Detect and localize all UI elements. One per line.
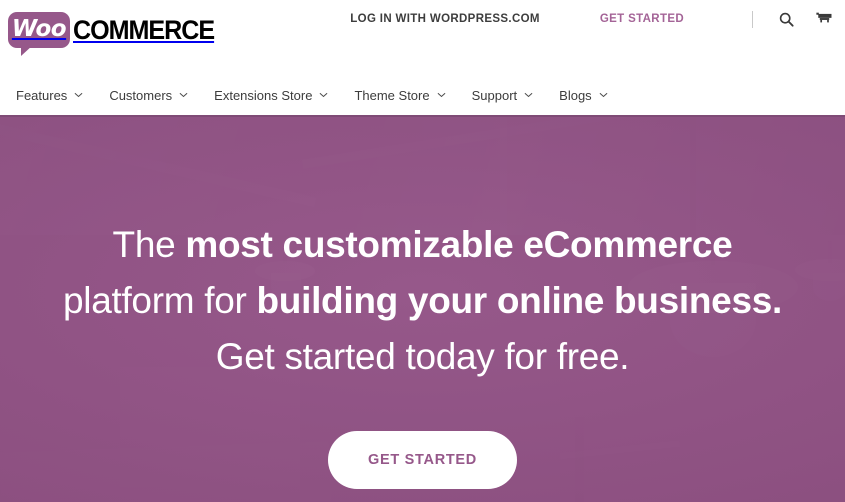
nav-item-support[interactable]: Support	[472, 88, 534, 103]
nav-item-label: Theme Store	[354, 87, 430, 103]
hero-headline: The most customizable eCommerce platform…	[0, 117, 845, 385]
woocommerce-logo[interactable]: Woo COMMERCE	[8, 12, 225, 56]
nav-item-extensions-store[interactable]: Extensions Store	[214, 88, 328, 103]
main-navigation: Features Customers Extensions Store Them…	[0, 75, 845, 117]
cart-icon[interactable]	[813, 8, 835, 30]
hero-cta-wrap: GET STARTED	[0, 431, 845, 489]
nav-item-label: Customers	[109, 87, 173, 103]
chevron-down-icon	[599, 92, 608, 98]
search-icon[interactable]	[775, 8, 797, 30]
chevron-down-icon	[524, 92, 533, 98]
hero-section: HOT ICED HOT The most customizable eComm…	[0, 117, 845, 502]
login-wordpress-link[interactable]: LOG IN WITH WORDPRESS.COM	[350, 13, 540, 25]
headline-line3: Get started today for free.	[215, 336, 630, 377]
utility-divider	[752, 10, 753, 28]
hero-get-started-button[interactable]: GET STARTED	[328, 431, 517, 489]
nav-item-features[interactable]: Features	[16, 88, 83, 103]
logo-wordmark: COMMERCE	[73, 14, 215, 45]
get-started-link[interactable]: GET STARTED	[600, 13, 684, 25]
chevron-down-icon	[437, 92, 446, 98]
nav-item-theme-store[interactable]: Theme Store	[354, 87, 446, 103]
nav-item-blogs[interactable]: Blogs	[559, 88, 608, 103]
nav-item-label: Extensions Store	[214, 87, 313, 103]
headline-line2-bold: building your online business.	[256, 280, 783, 321]
chevron-down-icon	[319, 92, 328, 98]
nav-item-label: Features	[16, 87, 68, 103]
page-root: Woo COMMERCE LOG IN WITH WORDPRESS.COM G…	[0, 0, 845, 502]
nav-item-label: Support	[471, 87, 518, 103]
nav-item-customers[interactable]: Customers	[109, 88, 188, 103]
headline-line1-bold: most customizable eCommerce	[185, 224, 733, 265]
logo-mark-text: Woo	[11, 15, 67, 42]
woo-speech-bubble-icon: Woo	[8, 12, 70, 56]
nav-item-label: Blogs	[559, 87, 592, 103]
utility-links: LOG IN WITH WORDPRESS.COM GET STARTED	[350, 8, 835, 30]
chevron-down-icon	[74, 92, 83, 98]
headline-line1-light: The	[112, 224, 186, 265]
hero-content: The most customizable eCommerce platform…	[0, 117, 845, 502]
headline-line2-light: platform for	[63, 280, 257, 321]
top-utility-bar: Woo COMMERCE LOG IN WITH WORDPRESS.COM G…	[0, 0, 845, 75]
chevron-down-icon	[179, 92, 188, 98]
